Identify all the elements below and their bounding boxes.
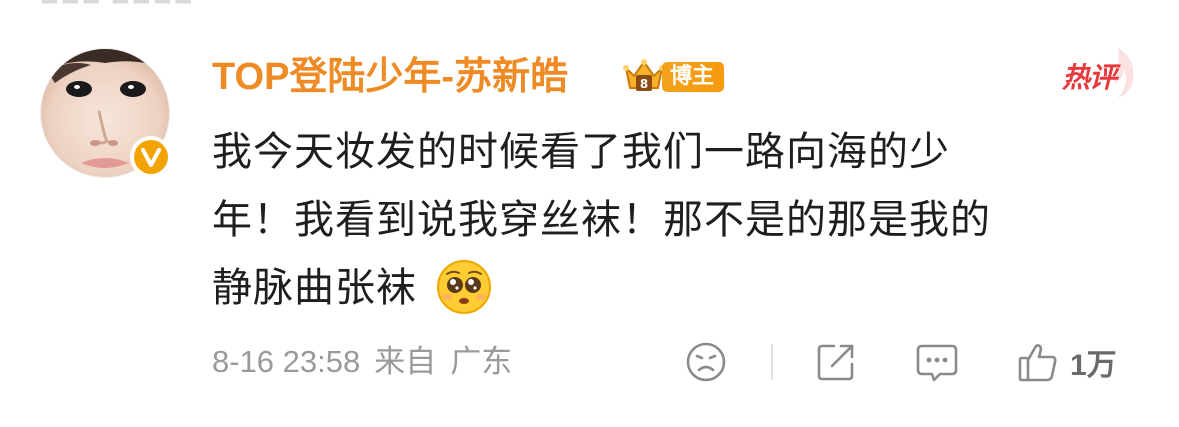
verified-badge	[130, 136, 172, 178]
blogger-badge[interactable]: 8 博主	[622, 58, 725, 96]
badge-label: 博主	[662, 62, 725, 92]
comment-line: 静脉曲张袜	[212, 254, 1142, 322]
dislike-button[interactable]	[684, 340, 728, 384]
comment-card: ▬▬▬ ▬▬▬▬	[0, 0, 1179, 427]
share-button[interactable]	[814, 340, 858, 384]
username[interactable]: TOP登陆少年-苏新皓	[212, 52, 568, 102]
reply-button[interactable]	[914, 340, 960, 384]
comment-line-text: 静脉曲张袜	[212, 265, 417, 311]
hot-tag-label: 热评	[1062, 61, 1117, 94]
verified-v-icon	[134, 140, 168, 174]
crown-icon: 8	[623, 59, 665, 91]
hot-comment-tag: 热评	[1058, 44, 1142, 100]
comment-icon	[916, 344, 958, 382]
like-count: 1万	[1070, 349, 1117, 382]
action-divider	[771, 344, 773, 380]
frown-face-icon	[686, 342, 726, 382]
comment-line: 年！我看到说我穿丝袜！那不是的那是我的	[212, 197, 991, 243]
svg-text:8: 8	[640, 77, 648, 91]
comment-text: 我今天妆发的时候看了我们一路向海的少 年！我看到说我穿丝袜！那不是的那是我的 静…	[212, 118, 1142, 322]
like-button[interactable]: 1万	[1016, 340, 1117, 384]
avatar-container[interactable]	[40, 48, 172, 178]
share-icon	[817, 344, 854, 381]
pleading-face-emoji	[436, 260, 491, 314]
previous-item-fragment: ▬▬▬ ▬▬▬▬	[40, 0, 200, 6]
comment-line: 我今天妆发的时候看了我们一路向海的少	[212, 129, 950, 175]
action-bar: 1万	[0, 336, 1179, 388]
thumbs-up-icon	[1018, 344, 1057, 382]
